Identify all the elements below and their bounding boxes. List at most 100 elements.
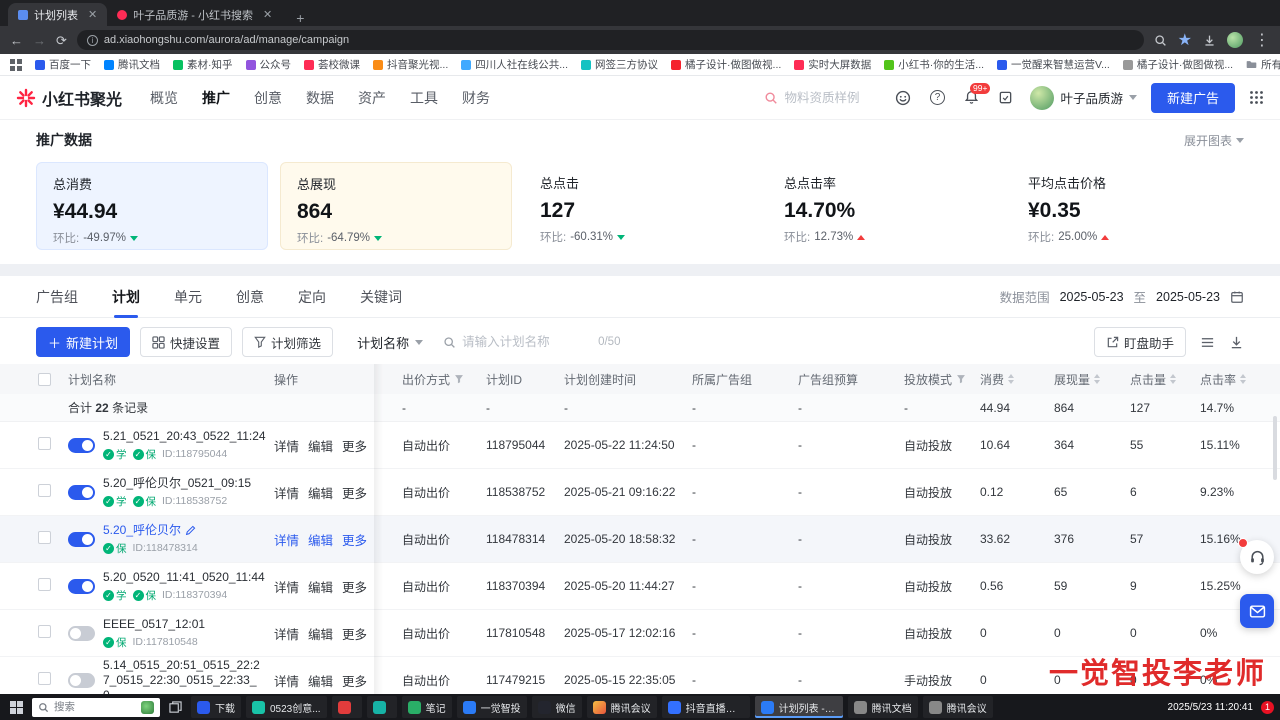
nav-tools[interactable]: 工具 <box>410 88 438 108</box>
detail-link[interactable]: 详情 <box>274 436 299 455</box>
vertical-scrollbar[interactable] <box>1273 416 1277 480</box>
bookmark-item[interactable]: 素材·知乎 <box>173 57 233 72</box>
header-search[interactable] <box>764 91 880 105</box>
bookmark-item[interactable]: 实时大屏数据 <box>794 57 871 72</box>
more-link[interactable]: 更多 <box>342 577 367 596</box>
row-checkbox[interactable] <box>38 437 51 450</box>
calendar-icon[interactable] <box>1230 290 1244 304</box>
app-logo[interactable]: 小红书聚光 <box>16 86 122 110</box>
stat-card-impressions[interactable]: 总展现 864 环比:-64.79% <box>280 162 512 250</box>
taskbar-search[interactable] <box>32 698 160 717</box>
expand-chart-button[interactable]: 展开图表 <box>1184 132 1244 149</box>
row-checkbox[interactable] <box>38 531 51 544</box>
apps-grid-icon[interactable] <box>1249 90 1264 105</box>
bell-icon[interactable]: 99+ <box>962 89 980 107</box>
plan-name[interactable]: 5.21_0521_20:43_0522_11:24 <box>103 429 266 444</box>
plan-name[interactable]: EEEE_0517_12:01 <box>103 617 205 632</box>
more-link[interactable]: 更多 <box>342 483 367 502</box>
browser-profile-avatar[interactable] <box>1227 32 1243 48</box>
edit-link[interactable]: 编辑 <box>308 671 333 690</box>
nav-overview[interactable]: 概览 <box>150 88 178 108</box>
download-icon[interactable] <box>1203 34 1216 47</box>
detail-link[interactable]: 详情 <box>274 624 299 643</box>
account-menu[interactable]: 叶子品质游 <box>1030 86 1137 110</box>
taskbar-app[interactable] <box>367 696 397 718</box>
new-ad-button[interactable]: 新建广告 <box>1151 83 1235 113</box>
plan-status-toggle[interactable] <box>68 579 95 594</box>
header-search-input[interactable] <box>784 91 880 105</box>
taskbar-app-meeting2[interactable]: 腾讯会议 <box>923 696 993 718</box>
row-checkbox[interactable] <box>38 625 51 638</box>
task-view-button[interactable] <box>165 701 186 714</box>
plan-status-toggle[interactable] <box>68 673 95 688</box>
more-link[interactable]: 更多 <box>342 436 367 455</box>
tab-creative[interactable]: 创意 <box>236 276 264 318</box>
tab-close-icon[interactable]: ✕ <box>88 8 97 21</box>
bookmark-item[interactable]: 四川人社在线公共... <box>461 57 568 72</box>
edit-link[interactable]: 编辑 <box>308 624 333 643</box>
taskbar-app-tencent-docs[interactable]: 腾讯文档 <box>848 696 918 718</box>
stat-card-ctr[interactable]: 总点击率 14.70% 环比:12.73% <box>768 162 1000 250</box>
tab-keywords[interactable]: 关键词 <box>360 276 402 318</box>
more-link[interactable]: 更多 <box>342 624 367 643</box>
url-bar[interactable]: i ad.xiaohongshu.com/aurora/ad/manage/ca… <box>77 30 1144 50</box>
nav-assets[interactable]: 资产 <box>358 88 386 108</box>
bookmark-item[interactable]: 荟校微课 <box>304 57 360 72</box>
taskbar-app-meeting[interactable]: 腾讯会议 <box>587 696 657 718</box>
new-tab-button[interactable]: + <box>290 10 310 26</box>
taskbar-app-browser-active[interactable]: 计划列表 - 小红书 <box>755 696 843 718</box>
nav-finance[interactable]: 财务 <box>462 88 490 108</box>
sort-icon[interactable] <box>1094 374 1100 384</box>
nav-creative[interactable]: 创意 <box>254 88 282 108</box>
bookmark-item[interactable]: 腾讯文档 <box>104 57 160 72</box>
zoom-icon[interactable] <box>1154 34 1167 47</box>
detail-link[interactable]: 详情 <box>274 530 299 549</box>
bookmark-item[interactable]: 一觉醒来智慧运营V... <box>997 57 1110 72</box>
browser-tab[interactable]: 叶子品质游 - 小红书搜索 ✕ <box>107 3 282 26</box>
quick-settings-button[interactable]: 快捷设置 <box>140 327 232 357</box>
bookmark-item[interactable]: 百度一下 <box>35 57 91 72</box>
select-all-checkbox[interactable] <box>38 373 51 386</box>
feedback-mail-button[interactable] <box>1240 594 1274 628</box>
start-button[interactable] <box>6 701 27 714</box>
edit-link[interactable]: 编辑 <box>308 483 333 502</box>
plan-filter-button[interactable]: 计划筛选 <box>242 327 333 357</box>
plan-name[interactable]: 5.20_呼伦贝尔_0521_09:15 <box>103 476 251 491</box>
edit-pencil-icon[interactable] <box>185 525 196 536</box>
notification-center-badge[interactable]: 1 <box>1261 701 1274 714</box>
edit-link[interactable]: 编辑 <box>308 530 333 549</box>
plan-search-input[interactable] <box>462 335 592 349</box>
new-plan-button[interactable]: ＋新建计划 <box>36 327 130 357</box>
plan-status-toggle[interactable] <box>68 438 95 453</box>
taskbar-clock[interactable]: 2025/5/23 11:20:41 <box>1168 702 1253 713</box>
sort-icon[interactable] <box>1240 374 1246 384</box>
column-settings-icon[interactable] <box>1200 335 1215 350</box>
nav-data[interactable]: 数据 <box>306 88 334 108</box>
more-link[interactable]: 更多 <box>342 671 367 690</box>
taskbar-app-notes[interactable]: 笔记 <box>402 696 452 718</box>
stat-card-cpc[interactable]: 平均点击价格 ¥0.35 环比:25.00% <box>1012 162 1244 250</box>
row-checkbox[interactable] <box>38 578 51 591</box>
report-icon[interactable] <box>996 89 1014 107</box>
tab-targeting[interactable]: 定向 <box>298 276 326 318</box>
plan-name[interactable]: 5.20_0520_11:41_0520_11:44 <box>103 570 265 585</box>
browser-tab-active[interactable]: 计划列表 ✕ <box>8 3 107 26</box>
taskbar-app-downloads[interactable]: 下载 <box>191 696 241 718</box>
nav-promotion[interactable]: 推广 <box>202 88 230 108</box>
plan-name-select[interactable]: 计划名称 <box>357 333 423 352</box>
taskbar-app[interactable] <box>332 696 362 718</box>
plan-status-toggle[interactable] <box>68 485 95 500</box>
service-smiley-icon[interactable] <box>894 89 912 107</box>
filter-funnel-icon[interactable] <box>956 374 966 384</box>
taskbar-search-input[interactable] <box>54 701 124 713</box>
plan-status-toggle[interactable] <box>68 532 95 547</box>
more-link[interactable]: 更多 <box>342 530 367 549</box>
detail-link[interactable]: 详情 <box>274 577 299 596</box>
taskbar-app-douyin-live[interactable]: 抖音直播伴侣 <box>662 696 750 718</box>
bookmark-item[interactable]: 小红书·你的生活... <box>884 57 984 72</box>
tab-plan[interactable]: 计划 <box>112 276 140 318</box>
taskbar-app-wechat[interactable]: 微信 <box>532 696 582 718</box>
customer-service-button[interactable] <box>1240 540 1274 574</box>
bookmark-item[interactable]: 橘子设计·做图做视... <box>671 57 781 72</box>
export-download-icon[interactable] <box>1229 335 1244 350</box>
